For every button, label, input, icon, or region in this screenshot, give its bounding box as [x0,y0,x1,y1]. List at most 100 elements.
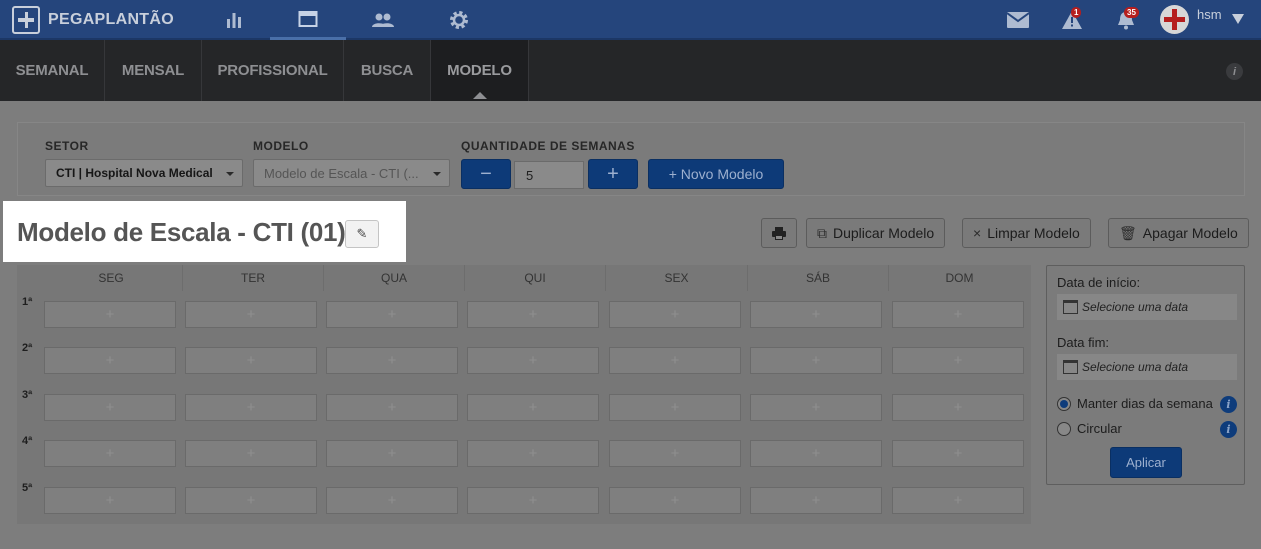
grid-cell[interactable]: + [467,440,599,467]
week-label: 1ª [22,296,33,308]
setor-select[interactable]: CTI | Hospital Nova Medical [45,159,243,187]
grid-cell[interactable]: + [750,301,882,328]
circular-option[interactable]: Circular [1057,421,1122,436]
user-name[interactable]: hsm [1197,7,1222,22]
apagar-modelo-button[interactable]: 🗑︎ Apagar Modelo [1108,218,1249,248]
sub-navigation: SEMANAL MENSAL PROFISSIONAL BUSCA MODELO [0,40,1261,101]
pencil-icon: ✎ [356,226,368,241]
copy-icon: ⧉ [817,224,827,241]
info-icon[interactable]: i [1220,396,1237,413]
grid-cell[interactable]: + [44,347,176,374]
duplicar-modelo-button[interactable]: ⧉ Duplicar Modelo [806,218,946,248]
day-header-qui: QUI [464,265,605,291]
novo-modelo-button[interactable]: + Novo Modelo [648,159,784,189]
grid-cell[interactable]: + [44,301,176,328]
modelo-select[interactable]: Modelo de Escala - CTI (... [253,159,450,187]
grid-cell[interactable]: + [467,301,599,328]
week-label: 3ª [22,389,33,401]
printer-icon [772,226,786,240]
grid-header: SEG TER QUA QUI SEX SÁB DOM [40,265,1030,291]
grid-cell[interactable]: + [326,487,458,514]
bar-chart-icon[interactable] [212,0,256,40]
week-label: 2ª [22,342,33,354]
calendar-icon [1063,300,1078,314]
grid-cell[interactable]: + [44,487,176,514]
gear-icon[interactable] [436,0,482,40]
grid-cell[interactable]: + [467,487,599,514]
day-header-sex: SEX [605,265,747,291]
grid-cell[interactable]: + [609,301,741,328]
brand-name: PEGAPLANTÃO [48,11,174,28]
close-icon: × [973,225,982,241]
decrement-button[interactable]: − [461,159,511,189]
data-fim-field[interactable]: Selecione uma data [1057,354,1237,380]
grid-cell[interactable]: + [326,347,458,374]
grid-cell[interactable]: + [467,394,599,421]
day-header-qua: QUA [323,265,464,291]
trash-icon: 🗑︎ [1119,224,1137,241]
manter-dias-option[interactable]: Manter dias da semana [1057,396,1213,411]
grid-cell[interactable]: + [326,301,458,328]
tab-modelo[interactable]: MODELO [431,40,529,101]
grid-cell[interactable]: + [892,301,1024,328]
grid-cell[interactable]: + [44,440,176,467]
aplicar-button[interactable]: Aplicar [1110,447,1182,478]
logo[interactable]: PEGAPLANTÃO [12,6,174,34]
modelo-select-value: Modelo de Escala - CTI (... [264,165,419,181]
grid-cell[interactable]: + [326,440,458,467]
grid-cell[interactable]: + [185,394,317,421]
tab-semanal[interactable]: SEMANAL [0,40,105,101]
increment-button[interactable]: + [588,159,638,189]
manter-dias-radio[interactable] [1057,396,1071,411]
grid-cell[interactable]: + [326,394,458,421]
avatar[interactable] [1160,5,1189,34]
grid-cell[interactable]: + [750,440,882,467]
tab-mensal[interactable]: MENSAL [105,40,202,101]
grid-cell[interactable]: + [892,394,1024,421]
alert-icon[interactable] [1058,0,1086,40]
data-inicio-label: Data de início: [1057,275,1141,290]
bell-icon[interactable] [1112,0,1140,40]
week-label: 4ª [22,435,33,447]
calendar-icon[interactable] [270,0,346,40]
day-header-dom: DOM [888,265,1030,291]
setor-label: SETOR [45,139,89,153]
grid-cell[interactable]: + [185,487,317,514]
data-inicio-field[interactable]: Selecione uma data [1057,294,1237,320]
tab-profissional[interactable]: PROFISSIONAL [202,40,344,101]
chevron-down-icon[interactable] [1232,14,1244,24]
print-button[interactable] [761,218,797,248]
grid-cell[interactable]: + [750,347,882,374]
users-icon[interactable] [360,0,406,40]
grid-cell[interactable]: + [185,347,317,374]
info-icon[interactable]: i [1220,421,1237,438]
quantity-input[interactable]: 5 [514,161,584,189]
top-bar: PEGAPLANTÃO 1 35 hsm [0,0,1261,40]
grid-cell[interactable]: + [750,487,882,514]
grid-cell[interactable]: + [609,394,741,421]
grid-cell[interactable]: + [44,394,176,421]
day-header-sab: SÁB [747,265,888,291]
mail-icon[interactable] [1004,0,1032,40]
quantidade-label: QUANTIDADE DE SEMANAS [461,139,635,153]
grid-cell[interactable]: + [185,440,317,467]
limpar-modelo-label: Limpar Modelo [987,225,1080,241]
grid-cell[interactable]: + [185,301,317,328]
grid-cell[interactable]: + [609,487,741,514]
info-icon[interactable]: i [1226,63,1243,80]
logo-cross-icon [12,6,40,34]
grid-cell[interactable]: + [892,347,1024,374]
grid-cell[interactable]: + [892,440,1024,467]
limpar-modelo-button[interactable]: × Limpar Modelo [962,218,1091,248]
tab-busca[interactable]: BUSCA [344,40,431,101]
grid-cell[interactable]: + [467,347,599,374]
circular-radio[interactable] [1057,421,1071,436]
grid-cell[interactable]: + [892,487,1024,514]
grid-cell[interactable]: + [609,440,741,467]
duplicar-modelo-label: Duplicar Modelo [833,225,935,241]
grid-cell[interactable]: + [750,394,882,421]
setor-select-value: CTI | Hospital Nova Medical [56,166,213,180]
edit-title-button[interactable]: ✎ [345,220,379,248]
grid-cell[interactable]: + [609,347,741,374]
chevron-down-icon [226,172,234,176]
